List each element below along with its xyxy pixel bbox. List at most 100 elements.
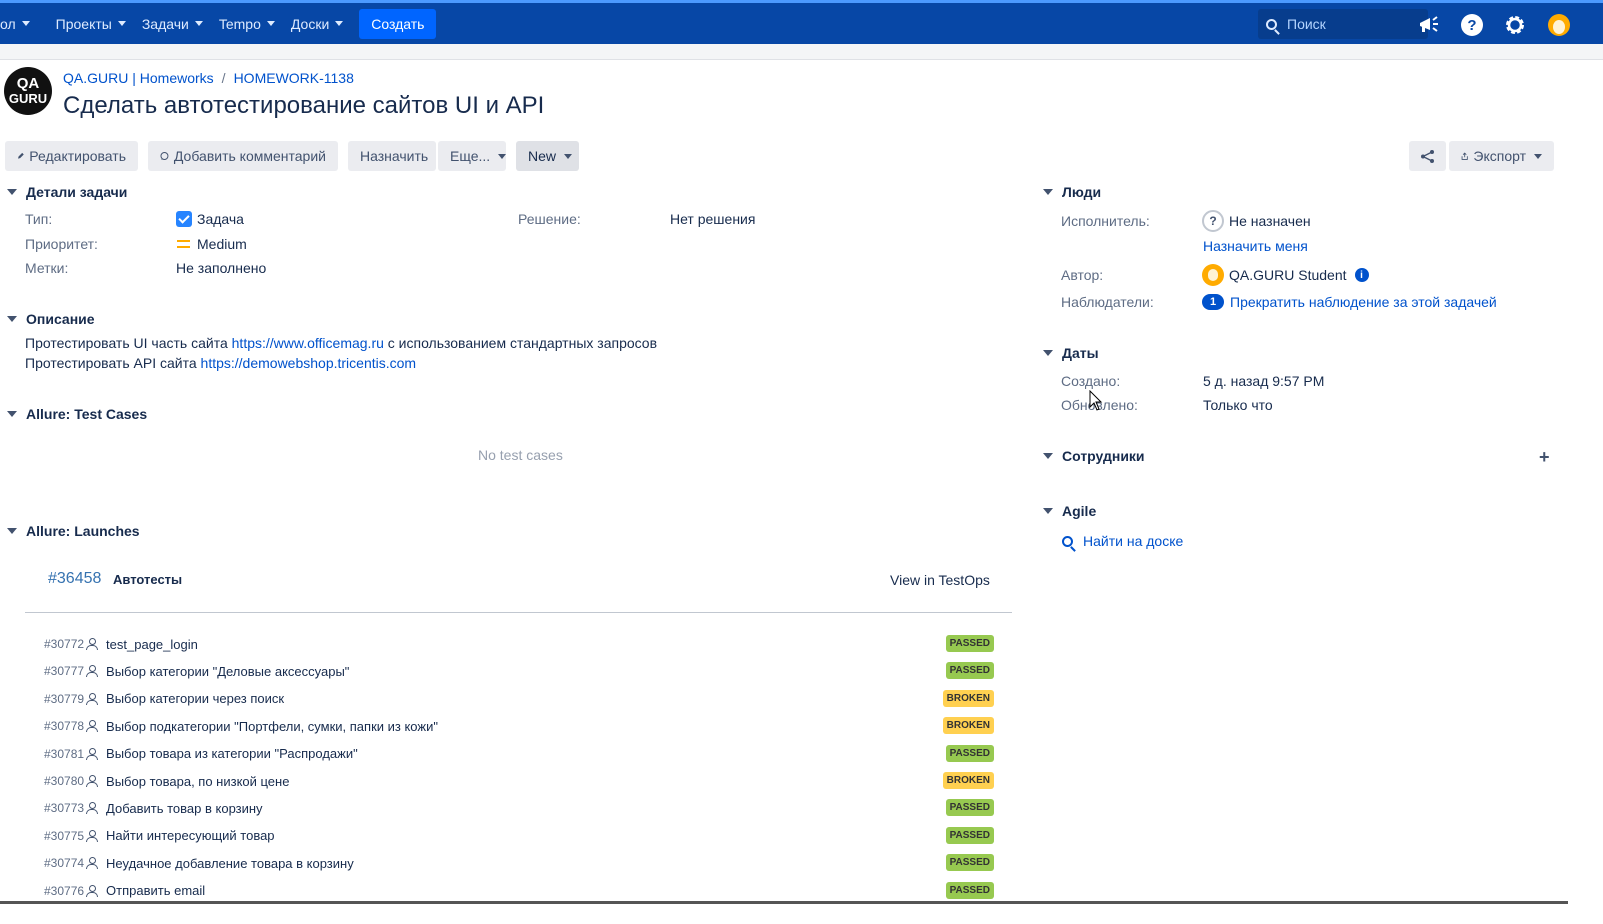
export-icon <box>1461 151 1468 160</box>
resolution-value: Нет решения <box>670 211 756 227</box>
megaphone-icon[interactable] <box>1415 11 1443 39</box>
labels-value[interactable]: Не заполнено <box>176 260 266 276</box>
description-line-2: Протестировать API сайта https://demoweb… <box>25 355 416 371</box>
manual-test-icon <box>86 720 99 733</box>
share-button[interactable] <box>1409 141 1446 171</box>
test-case-row[interactable]: #30777 Выбор категории "Деловые аксессуар… <box>44 661 994 681</box>
assign-button-label: Назначить <box>360 148 429 164</box>
nav-item-label: Доски <box>290 15 330 32</box>
manual-test-icon <box>86 857 99 870</box>
test-case-row[interactable]: #30776 Отправить email PASSED <box>44 881 994 901</box>
test-case-row[interactable]: #30780 Выбор товара, по низкой цене BROKEN <box>44 771 994 791</box>
labels-label: Метки: <box>25 260 69 276</box>
user-avatar[interactable] <box>1545 11 1573 39</box>
collapse-icon <box>1043 453 1053 459</box>
section-heading: Сотрудники <box>1062 448 1145 464</box>
nav-item-label: ол <box>0 15 16 32</box>
page-title[interactable]: Сделать автотестирование сайтов UI и API <box>63 92 544 120</box>
unassigned-avatar-icon: ? <box>1202 210 1224 232</box>
search-input[interactable]: Поиск <box>1258 9 1428 39</box>
edit-button[interactable]: Редактировать <box>5 141 138 171</box>
section-heading: Детали задачи <box>26 184 128 200</box>
test-case-id: #30772 <box>44 637 85 651</box>
nav-item-dashboards[interactable]: ол <box>0 3 38 44</box>
nav-item-projects[interactable]: Проекты <box>48 3 134 44</box>
test-case-id: #30775 <box>44 828 85 843</box>
watchers-count-badge[interactable]: 1 <box>1202 294 1224 310</box>
stop-watching-link[interactable]: Прекратить наблюдение за этой задачей <box>1230 294 1497 310</box>
agile-section-toggle[interactable]: Agile <box>1043 503 1096 519</box>
assign-to-me-link[interactable]: Назначить меня <box>1203 238 1308 254</box>
nav-item-label: Задачи <box>141 15 189 32</box>
info-icon[interactable]: i <box>1354 268 1369 282</box>
status-badge: PASSED <box>945 744 994 762</box>
test-case-row[interactable]: #30772 test_page_login PASSED <box>44 634 994 654</box>
breadcrumb-separator: / <box>221 70 226 86</box>
test-case-row[interactable]: #30778 Выбор подкатегории "Портфели, сумк… <box>44 716 994 736</box>
type-value-text: Задача <box>197 211 244 227</box>
test-case-id: #30779 <box>44 691 85 706</box>
details-section-toggle[interactable]: Детали задачи <box>7 184 127 200</box>
test-case-name: test_page_login <box>106 636 198 652</box>
logo-text-bottom: GURU <box>8 91 48 106</box>
chevron-down-icon <box>266 21 275 26</box>
manual-test-icon <box>86 775 99 787</box>
chevron-down-icon <box>564 153 573 159</box>
breadcrumb-project-link[interactable]: QA.GURU | Homeworks <box>63 70 214 86</box>
nav-item-boards[interactable]: Доски <box>283 3 351 44</box>
status-badge: BROKEN <box>942 717 994 735</box>
create-button[interactable]: Создать <box>359 8 437 39</box>
chevron-down-icon <box>498 153 507 159</box>
type-label: Тип: <box>25 211 53 227</box>
assignee-label: Исполнитель: <box>1061 213 1150 229</box>
settings-icon[interactable] <box>1501 11 1529 39</box>
priority-value[interactable]: Medium <box>177 236 247 252</box>
test-case-name: Выбор подкатегории "Портфели, сумки, пап… <box>106 718 438 734</box>
reporter-value[interactable]: QA.GURU Student i <box>1202 264 1369 286</box>
status-dropdown[interactable]: New <box>516 141 579 171</box>
add-comment-button[interactable]: Добавить комментарий <box>148 141 338 171</box>
add-comment-label: Добавить комментарий <box>173 148 326 164</box>
test-case-row[interactable]: #30781 Выбор товара из категории "Распрод… <box>44 744 994 764</box>
chevron-down-icon <box>194 21 203 26</box>
description-section-toggle[interactable]: Описание <box>7 311 95 327</box>
test-case-row[interactable]: #30773 Добавить товар в корзину PASSED <box>44 798 994 818</box>
status-badge: BROKEN <box>942 689 994 707</box>
nav-item-label: Tempo <box>218 15 261 32</box>
find-on-board-link[interactable]: Найти на доске <box>1062 533 1183 549</box>
breadcrumb-issue-link[interactable]: HOMEWORK-1138 <box>234 70 354 86</box>
demowebshop-link[interactable]: https://demowebshop.tricentis.com <box>201 355 417 371</box>
help-icon[interactable]: ? <box>1458 11 1486 39</box>
assign-button[interactable]: Назначить <box>348 141 436 171</box>
test-case-row[interactable]: #30775 Найти интересующий товар PASSED <box>44 826 994 846</box>
section-heading: Allure: Launches <box>26 523 140 539</box>
collapse-icon <box>7 411 17 417</box>
export-button[interactable]: Экспорт <box>1449 141 1554 171</box>
assignee-value[interactable]: ? Не назначен <box>1202 210 1311 232</box>
nav-item-issues[interactable]: Задачи <box>134 3 211 44</box>
project-avatar[interactable]: QA GURU <box>4 67 52 115</box>
type-value[interactable]: Задача <box>176 211 244 227</box>
status-badge: PASSED <box>945 799 994 817</box>
more-button[interactable]: Еще... <box>438 141 507 171</box>
created-value: 5 д. назад 9:57 PM <box>1203 373 1325 389</box>
mouse-cursor-icon <box>1089 390 1103 411</box>
status-badge: BROKEN <box>942 772 994 789</box>
nav-item-tempo[interactable]: Tempo <box>211 3 283 44</box>
test-case-row[interactable]: #30774 Неудачное добавление товара в корз… <box>44 853 994 873</box>
launch-id-link[interactable]: #36458 <box>48 570 101 588</box>
people-section-toggle[interactable]: Люди <box>1043 184 1101 200</box>
chevron-down-icon <box>1534 153 1542 159</box>
dates-section-toggle[interactable]: Даты <box>1043 345 1099 361</box>
manual-test-icon <box>86 884 99 897</box>
allure-launches-toggle[interactable]: Allure: Launches <box>7 523 140 539</box>
allure-test-cases-toggle[interactable]: Allure: Test Cases <box>7 406 147 422</box>
add-employee-icon[interactable]: + <box>1539 447 1550 468</box>
view-in-testops-link[interactable]: View in TestOps <box>890 572 990 588</box>
officemag-link[interactable]: https://www.officemag.ru <box>232 335 384 351</box>
status-badge: PASSED <box>945 662 994 680</box>
export-button-label: Экспорт <box>1473 148 1526 164</box>
collapse-icon <box>7 189 17 195</box>
test-case-row[interactable]: #30779 Выбор категории через поиск BROKEN <box>44 689 994 709</box>
employees-section-toggle[interactable]: Сотрудники <box>1043 448 1145 464</box>
